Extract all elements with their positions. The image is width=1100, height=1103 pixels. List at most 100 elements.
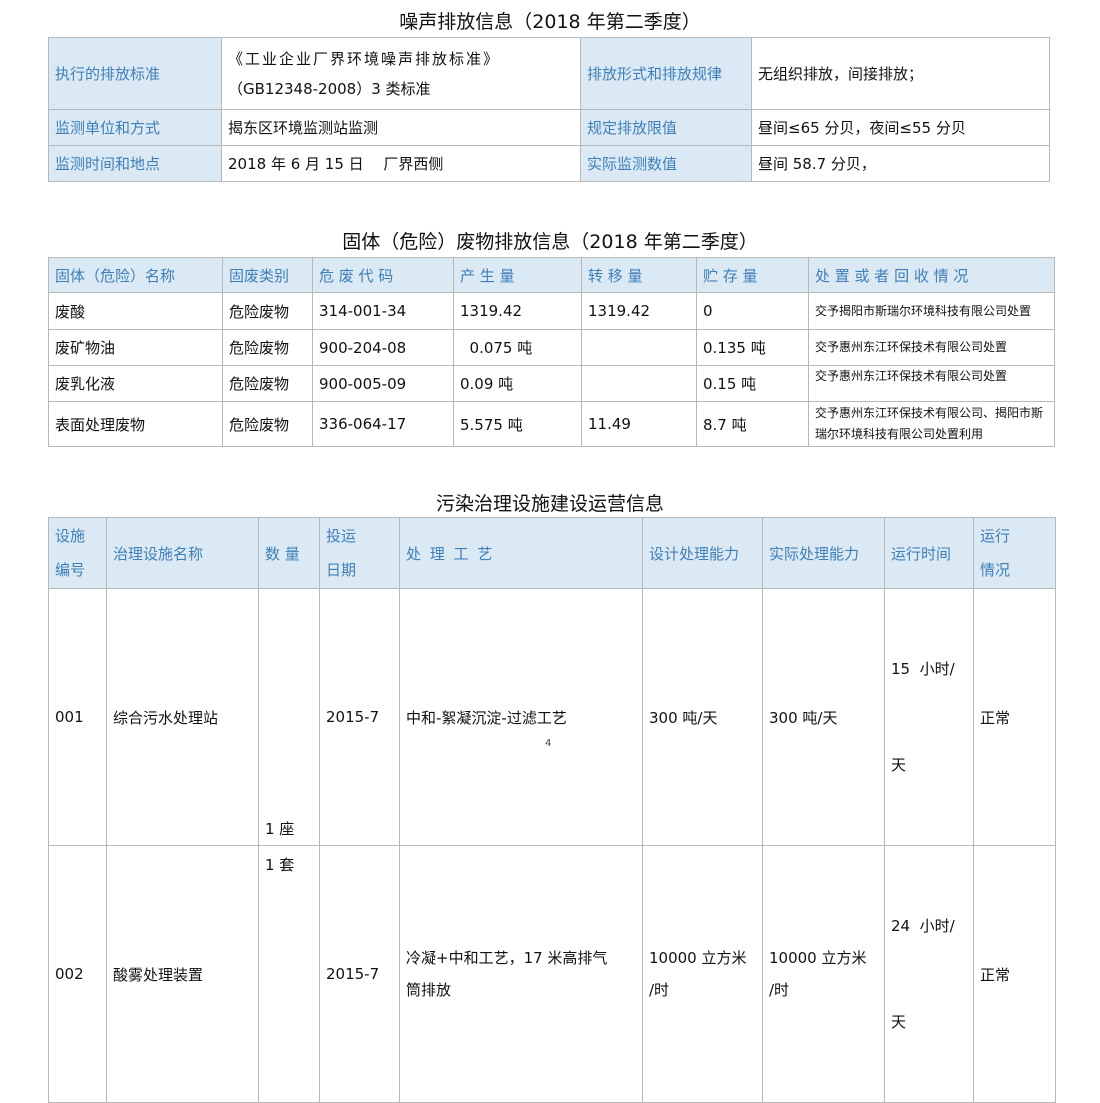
waste-cell-name: 表面处理废物 [48, 401, 223, 447]
facility-header-hours: 运行时间 [884, 517, 974, 589]
facility-header-date-line1: 投运 [326, 527, 357, 545]
waste-cell-category: 危险废物 [222, 365, 313, 402]
facility-hours-line2: 天 [891, 1013, 907, 1031]
facility-cell-hours: 24 小时/ 天 [884, 845, 974, 1103]
waste-cell-disposal: 交予惠州东江环保技术有限公司、揭阳市斯瑞尔环境科技有限公司处置利用 [808, 401, 1055, 447]
waste-cell-transferred [581, 329, 697, 366]
facility-design-line1: 10000 立方米 [649, 949, 747, 967]
waste-cell-category: 危险废物 [222, 401, 313, 447]
waste-cell-transferred: 11.49 [581, 401, 697, 447]
facility-section-title: 污染治理设施建设运营信息 [435, 493, 664, 515]
facility-header-id-line1: 设施 [55, 527, 86, 545]
waste-cell-generated: 0.075 吨 [453, 329, 582, 366]
waste-cell-generated: 1319.42 [453, 292, 582, 330]
waste-cell-code: 900-005-09 [312, 365, 454, 402]
facility-cell-name: 酸雾处理装置 [106, 845, 259, 1103]
noise-header-standard: 执行的排放标准 [48, 37, 222, 110]
table-row: 执行的排放标准 《工业企业厂界环境噪声排放标准》 （GB12348-2008）3… [48, 37, 1050, 110]
facility-header-actual: 实际处理能力 [762, 517, 885, 589]
noise-standard-line1: 《工业企业厂界环境噪声排放标准》 [228, 49, 501, 68]
waste-header-stored: 贮 存 量 [696, 257, 809, 293]
waste-cell-code: 314-001-34 [312, 292, 454, 330]
facility-header-status-line2: 情况 [980, 561, 1011, 579]
waste-header-category: 固废类别 [222, 257, 313, 293]
facility-table: 设施 编号 治理设施名称 数 量 投运 日期 处 理 工 艺 设计处理能力 实际… [48, 517, 1056, 1103]
facility-header-status-line1: 运行 [980, 527, 1011, 545]
facility-process-line2: 筒排放 [406, 981, 452, 999]
table-row: 设施 编号 治理设施名称 数 量 投运 日期 处 理 工 艺 设计处理能力 实际… [48, 517, 1056, 589]
table-row: 废矿物油 危险废物 900-204-08 0.075 吨 0.135 吨 交予惠… [48, 329, 1055, 366]
noise-standard-line2: （GB12348-2008）3 类标准 [228, 79, 431, 98]
facility-cell-qty: 1 座 [258, 588, 320, 846]
waste-cell-generated: 5.575 吨 [453, 401, 582, 447]
facility-cell-id: 002 [48, 845, 107, 1103]
facility-cell-design: 10000 立方米 /时 [642, 845, 763, 1103]
table-row: 监测时间和地点 2018 年 6 月 15 日 厂界西侧 实际监测数值 昼间 5… [48, 145, 1050, 182]
waste-header-name: 固体（危险）名称 [48, 257, 223, 293]
facility-header-id: 设施 编号 [48, 517, 107, 589]
noise-section-title: 噪声排放信息（2018 年第二季度） [399, 11, 701, 33]
facility-cell-date: 2015-7 [319, 845, 400, 1103]
waste-cell-transferred [581, 365, 697, 402]
noise-value-monitor-time: 2018 年 6 月 15 日 厂界西侧 [221, 145, 581, 182]
waste-cell-transferred: 1319.42 [581, 292, 697, 330]
facility-cell-status: 正常 [973, 588, 1056, 846]
waste-cell-stored: 0.135 吨 [696, 329, 809, 366]
waste-header-transferred: 转 移 量 [581, 257, 697, 293]
table-row: 001 综合污水处理站 1 座 2015-7 中和-絮凝沉淀-过滤工艺 300 … [48, 588, 1056, 846]
table-row: 废乳化液 危险废物 900-005-09 0.09 吨 0.15 吨 交予惠州东… [48, 365, 1055, 402]
noise-value-emission-form: 无组织排放，间接排放； [751, 37, 1050, 110]
noise-value-actual: 昼间 58.7 分贝， [751, 145, 1050, 182]
facility-cell-process: 中和-絮凝沉淀-过滤工艺 [399, 588, 643, 846]
noise-value-limit: 昼间≤65 分贝，夜间≤55 分贝 [751, 109, 1050, 146]
facility-hours-line1: 15 小时/ [891, 660, 955, 678]
noise-header-actual: 实际监测数值 [580, 145, 752, 182]
waste-cell-code: 900-204-08 [312, 329, 454, 366]
waste-cell-category: 危险废物 [222, 292, 313, 330]
table-row: 表面处理废物 危险废物 336-064-17 5.575 吨 11.49 8.7… [48, 401, 1055, 447]
facility-actual-line2: /时 [769, 981, 790, 999]
waste-cell-stored: 0.15 吨 [696, 365, 809, 402]
facility-hours-line1: 24 小时/ [891, 917, 955, 935]
waste-cell-disposal: 交予惠州东江环保技术有限公司处置 [808, 329, 1055, 366]
facility-cell-process: 冷凝+中和工艺，17 米高排气 筒排放 [399, 845, 643, 1103]
facility-design-line2: /时 [649, 981, 670, 999]
waste-cell-code: 336-064-17 [312, 401, 454, 447]
facility-cell-date: 2015-7 [319, 588, 400, 846]
page-number: 4 [545, 738, 552, 749]
noise-table: 执行的排放标准 《工业企业厂界环境噪声排放标准》 （GB12348-2008）3… [48, 37, 1050, 182]
waste-header-code: 危 废 代 码 [312, 257, 454, 293]
facility-cell-id: 001 [48, 588, 107, 846]
facility-header-process: 处 理 工 艺 [399, 517, 643, 589]
waste-cell-name: 废矿物油 [48, 329, 223, 366]
waste-header-disposal: 处 置 或 者 回 收 情 况 [808, 257, 1055, 293]
waste-cell-generated: 0.09 吨 [453, 365, 582, 402]
waste-cell-category: 危险废物 [222, 329, 313, 366]
waste-cell-stored: 0 [696, 292, 809, 330]
table-row: 002 酸雾处理装置 1 套 2015-7 冷凝+中和工艺，17 米高排气 筒排… [48, 845, 1056, 1103]
facility-cell-name: 综合污水处理站 [106, 588, 259, 846]
noise-header-emission-form: 排放形式和排放规律 [580, 37, 752, 110]
table-row: 监测单位和方式 揭东区环境监测站监测 规定排放限值 昼间≤65 分贝，夜间≤55… [48, 109, 1050, 146]
waste-header-generated: 产 生 量 [453, 257, 582, 293]
noise-header-monitor-time: 监测时间和地点 [48, 145, 222, 182]
facility-cell-design: 300 吨/天 [642, 588, 763, 846]
facility-header-date: 投运 日期 [319, 517, 400, 589]
facility-header-date-line2: 日期 [326, 561, 357, 579]
facility-cell-hours: 15 小时/ 天 [884, 588, 974, 846]
facility-header-name: 治理设施名称 [106, 517, 259, 589]
facility-cell-actual: 10000 立方米 /时 [762, 845, 885, 1103]
table-row: 废酸 危险废物 314-001-34 1319.42 1319.42 0 交予揭… [48, 292, 1055, 330]
waste-cell-disposal: 交予揭阳市斯瑞尔环境科技有限公司处置 [808, 292, 1055, 330]
waste-cell-stored: 8.7 吨 [696, 401, 809, 447]
noise-header-monitor-unit: 监测单位和方式 [48, 109, 222, 146]
facility-hours-line2: 天 [891, 756, 907, 774]
facility-cell-status: 正常 [973, 845, 1056, 1103]
noise-value-monitor-unit: 揭东区环境监测站监测 [221, 109, 581, 146]
facility-cell-actual: 300 吨/天 [762, 588, 885, 846]
waste-table: 固体（危险）名称 固废类别 危 废 代 码 产 生 量 转 移 量 贮 存 量 … [48, 257, 1055, 447]
facility-header-id-line2: 编号 [55, 561, 86, 579]
facility-header-design: 设计处理能力 [642, 517, 763, 589]
waste-cell-name: 废酸 [48, 292, 223, 330]
facility-header-qty: 数 量 [258, 517, 320, 589]
